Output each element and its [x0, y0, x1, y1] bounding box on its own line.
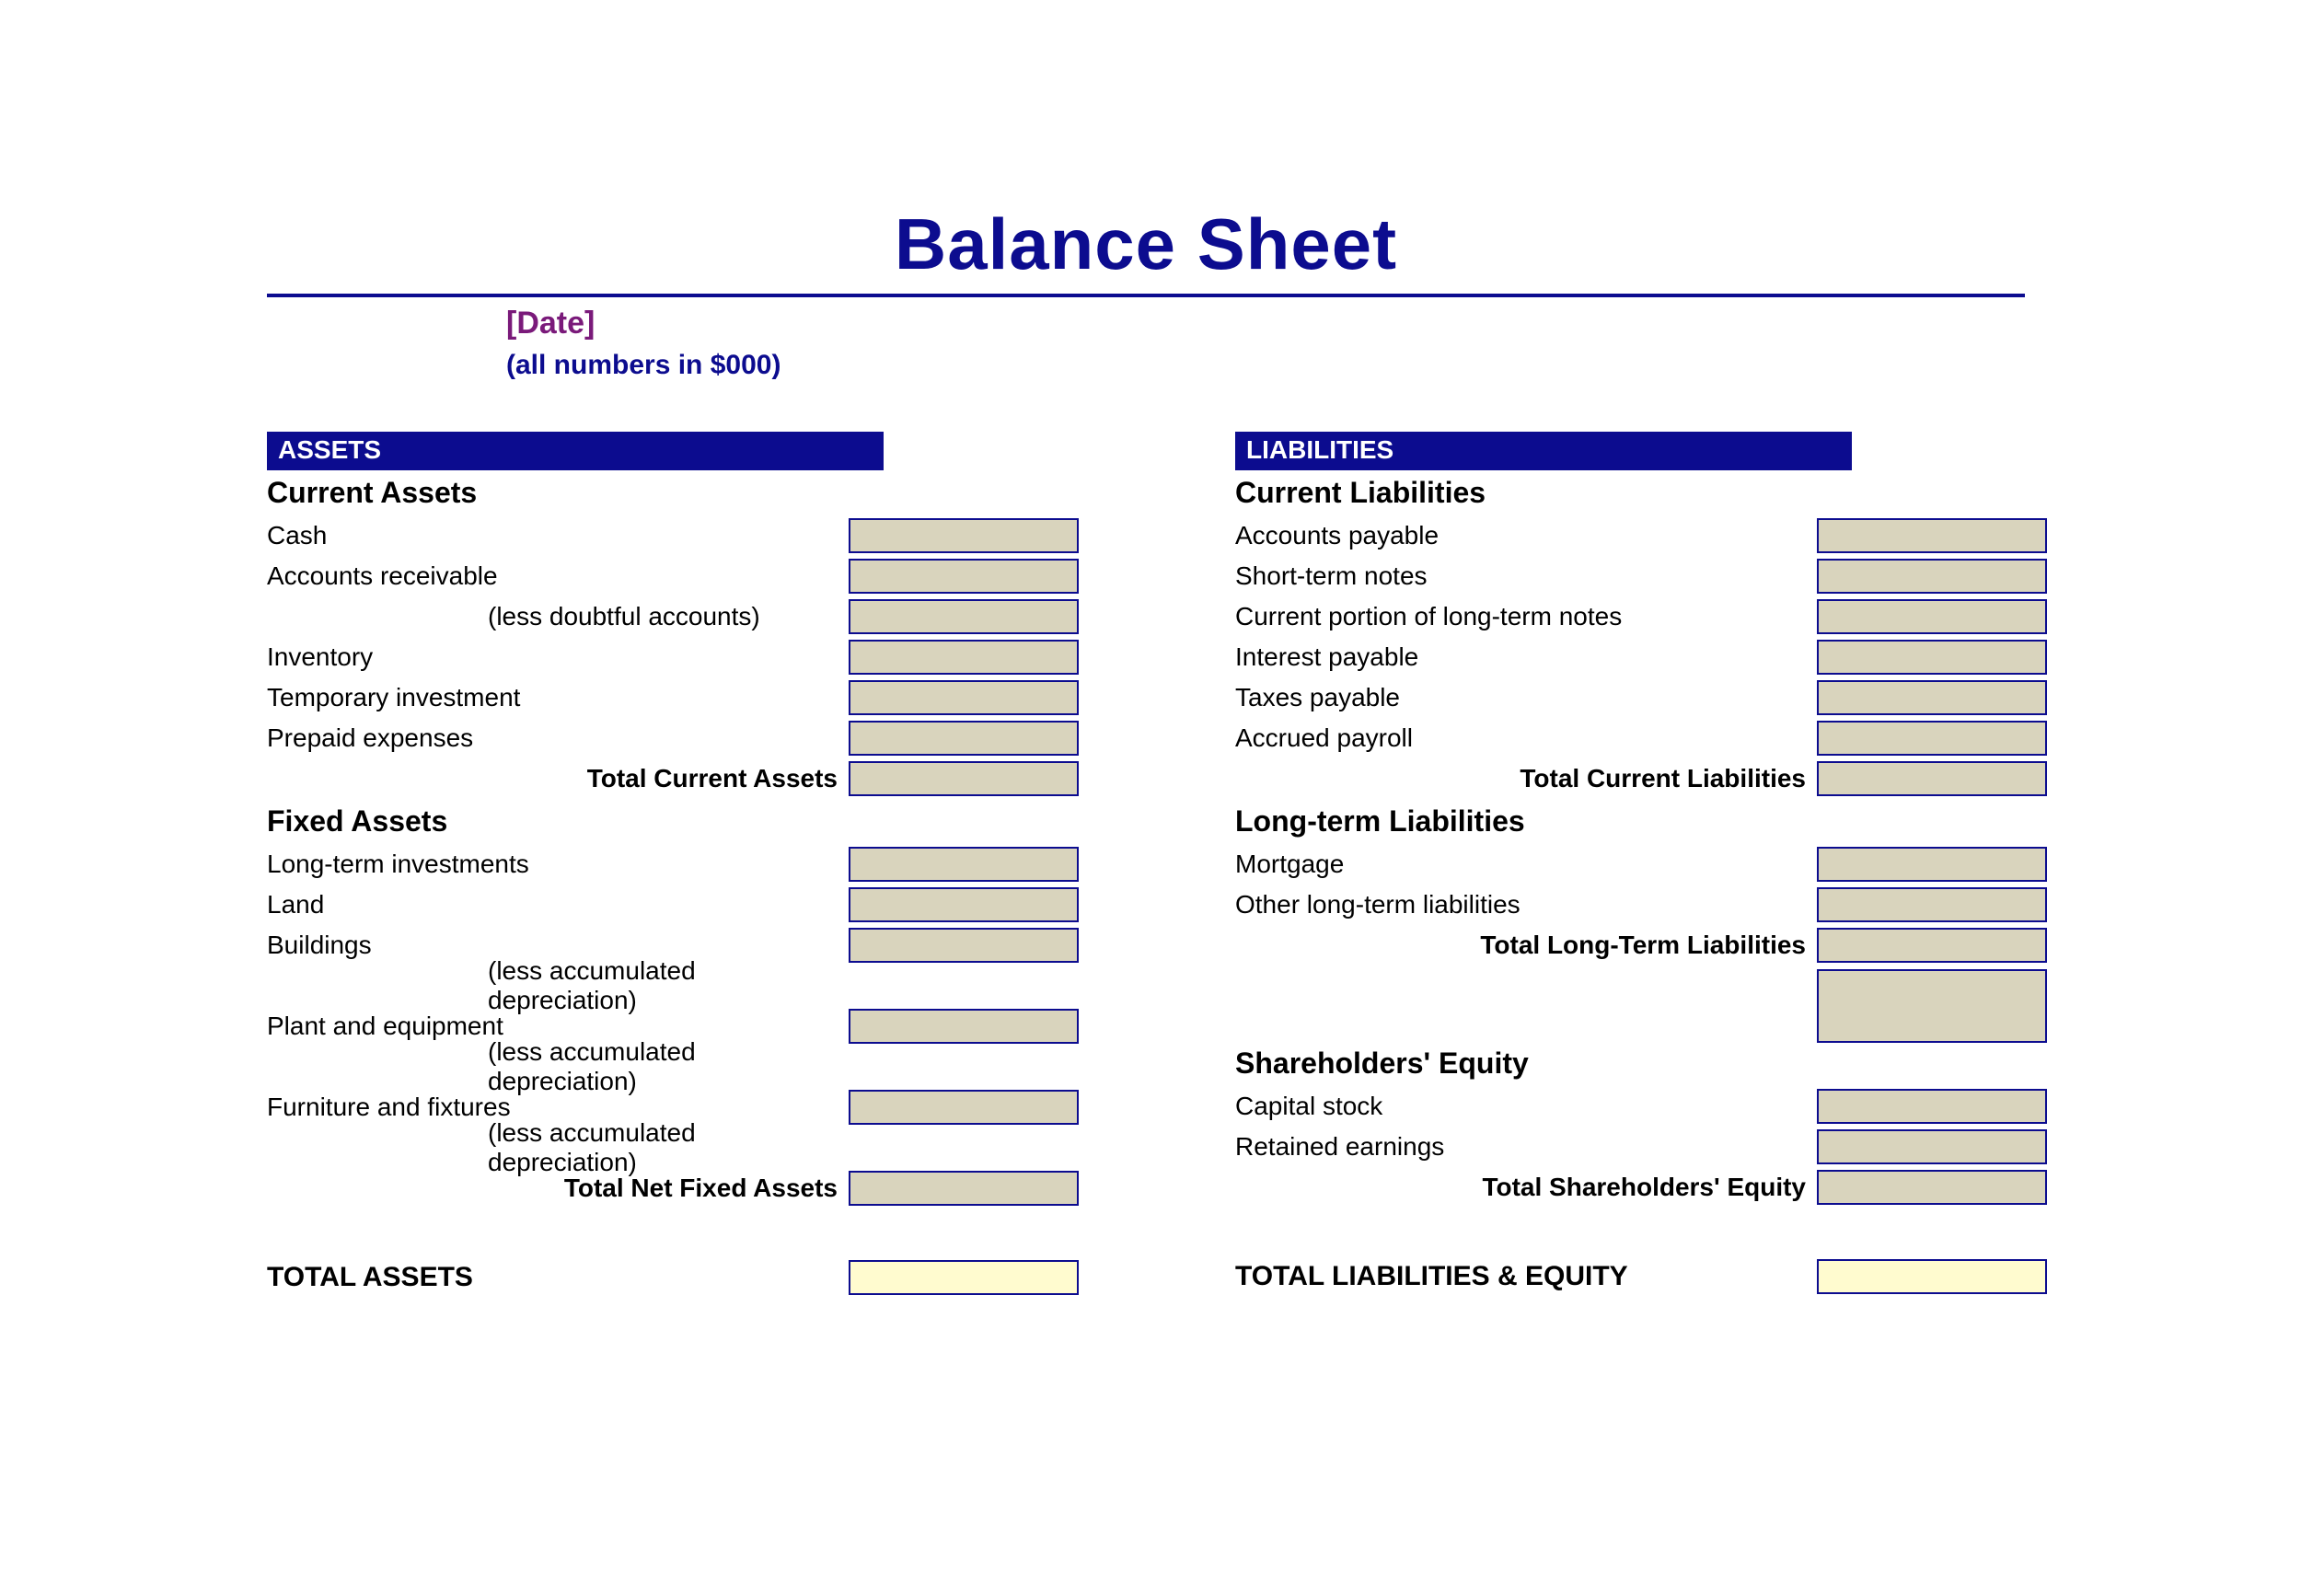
line-stnotes: Short-term notes: [1235, 556, 2047, 596]
current-liabilities-header: Current Liabilities: [1235, 476, 2047, 510]
cell-furniture[interactable]: [849, 1090, 1079, 1125]
label-total-current-assets: Total Current Assets: [267, 764, 849, 793]
assets-column: ASSETS Current Assets Cash Accounts rece…: [267, 432, 1079, 1295]
assets-bar: ASSETS: [267, 432, 884, 470]
label-total-fixed: Total Net Fixed Assets: [267, 1174, 849, 1203]
cell-total-lt[interactable]: [1817, 928, 2047, 963]
units-note: (all numbers in $000): [506, 347, 2025, 385]
cell-stnotes[interactable]: [1817, 559, 2047, 594]
label-otherlt: Other long-term liabilities: [1235, 890, 1806, 919]
cell-doubtful[interactable]: [849, 599, 1079, 634]
line-total-current-liab: Total Current Liabilities: [1235, 758, 2047, 799]
liabilities-bar: LIABILITIES: [1235, 432, 1852, 470]
line-inventory: Inventory: [267, 637, 1079, 677]
line-otherlt: Other long-term liabilities: [1235, 885, 2047, 925]
line-cash: Cash: [267, 515, 1079, 556]
line-accpay: Accrued payroll: [1235, 718, 2047, 758]
label-cash: Cash: [267, 521, 838, 550]
label-accpay: Accrued payroll: [1235, 723, 1806, 753]
line-ar: Accounts receivable: [267, 556, 1079, 596]
line-tempinv: Temporary investment: [267, 677, 1079, 718]
line-total-liab-equity: TOTAL LIABILITIES & EQUITY: [1235, 1259, 2047, 1294]
label-taxpay: Taxes payable: [1235, 683, 1806, 712]
cell-cash[interactable]: [849, 518, 1079, 553]
line-dep3: (less accumulated depreciation): [267, 1128, 1079, 1168]
meta-block: [Date] (all numbers in $000): [506, 303, 2025, 384]
cell-ap[interactable]: [1817, 518, 2047, 553]
line-total-assets: TOTAL ASSETS: [267, 1260, 1079, 1295]
line-ltinv: Long-term investments: [267, 844, 1079, 885]
line-land: Land: [267, 885, 1079, 925]
line-dep2: (less accumulated depreciation): [267, 1047, 1079, 1087]
cell-curlt[interactable]: [1817, 599, 2047, 634]
line-dep1: (less accumulated depreciation): [267, 966, 1079, 1006]
cell-mortgage[interactable]: [1817, 847, 2047, 882]
line-taxpay: Taxes payable: [1235, 677, 2047, 718]
line-intpay: Interest payable: [1235, 637, 2047, 677]
label-total-lt: Total Long-Term Liabilities: [1235, 931, 1817, 960]
line-mortgage: Mortgage: [1235, 844, 2047, 885]
label-capstock: Capital stock: [1235, 1092, 1806, 1121]
label-total-equity: Total Shareholders' Equity: [1235, 1173, 1817, 1202]
cell-inventory[interactable]: [849, 640, 1079, 675]
label-mortgage: Mortgage: [1235, 850, 1806, 879]
label-land: Land: [267, 890, 838, 919]
document-title: Balance Sheet: [267, 202, 2025, 286]
cell-total-assets[interactable]: [849, 1260, 1079, 1295]
label-total-assets: TOTAL ASSETS: [267, 1262, 838, 1293]
label-retained: Retained earnings: [1235, 1132, 1806, 1162]
current-assets-header: Current Assets: [267, 476, 1079, 510]
longterm-liabilities-header: Long-term Liabilities: [1235, 804, 2047, 838]
date-placeholder: [Date]: [506, 303, 2025, 345]
cell-retained[interactable]: [1817, 1129, 2047, 1164]
label-intpay: Interest payable: [1235, 642, 1806, 672]
label-tempinv: Temporary investment: [267, 683, 838, 712]
line-retained: Retained earnings: [1235, 1127, 2047, 1167]
cell-total-equity[interactable]: [1817, 1170, 2047, 1205]
line-curlt: Current portion of long-term notes: [1235, 596, 2047, 637]
cell-otherlt[interactable]: [1817, 887, 2047, 922]
line-total-fixed: Total Net Fixed Assets: [267, 1168, 1079, 1209]
label-prepaid: Prepaid expenses: [267, 723, 838, 753]
cell-land[interactable]: [849, 887, 1079, 922]
cell-ar[interactable]: [849, 559, 1079, 594]
equity-header: Shareholders' Equity: [1235, 1047, 2047, 1081]
label-ar: Accounts receivable: [267, 561, 838, 591]
cell-total-current-assets[interactable]: [849, 761, 1079, 796]
label-total-liab-equity: TOTAL LIABILITIES & EQUITY: [1235, 1261, 1806, 1292]
cell-plant[interactable]: [849, 1009, 1079, 1044]
label-ltinv: Long-term investments: [267, 850, 838, 879]
cell-total-liab-equity[interactable]: [1817, 1259, 2047, 1294]
label-inventory: Inventory: [267, 642, 838, 672]
cell-total-current-liab[interactable]: [1817, 761, 2047, 796]
line-ap: Accounts payable: [1235, 515, 2047, 556]
title-rule: [267, 294, 2025, 297]
line-total-equity: Total Shareholders' Equity: [1235, 1167, 2047, 1208]
label-ap: Accounts payable: [1235, 521, 1806, 550]
line-capstock: Capital stock: [1235, 1086, 2047, 1127]
cell-taxpay[interactable]: [1817, 680, 2047, 715]
cell-prepaid[interactable]: [849, 721, 1079, 756]
balance-sheet-document: Balance Sheet [Date] (all numbers in $00…: [0, 0, 2301, 1596]
line-doubtful: (less doubtful accounts): [267, 596, 1079, 637]
liabilities-column: LIABILITIES Current Liabilities Accounts…: [1235, 432, 2047, 1295]
cell-accpay[interactable]: [1817, 721, 2047, 756]
cell-capstock[interactable]: [1817, 1089, 2047, 1124]
cell-total-fixed[interactable]: [849, 1171, 1079, 1206]
cell-intpay[interactable]: [1817, 640, 2047, 675]
label-doubtful: (less doubtful accounts): [267, 602, 838, 631]
line-total-lt: Total Long-Term Liabilities: [1235, 925, 2047, 966]
fixed-assets-header: Fixed Assets: [267, 804, 1079, 838]
cell-buildings[interactable]: [849, 928, 1079, 963]
columns-wrap: ASSETS Current Assets Cash Accounts rece…: [267, 432, 2025, 1295]
label-curlt: Current portion of long-term notes: [1235, 602, 1806, 631]
cell-tempinv[interactable]: [849, 680, 1079, 715]
cell-blank-tall[interactable]: [1817, 969, 2047, 1043]
label-total-current-liab: Total Current Liabilities: [1235, 764, 1817, 793]
line-prepaid: Prepaid expenses: [267, 718, 1079, 758]
cell-ltinv[interactable]: [849, 847, 1079, 882]
line-total-current-assets: Total Current Assets: [267, 758, 1079, 799]
line-blank-tall: [1235, 966, 2047, 1047]
label-stnotes: Short-term notes: [1235, 561, 1806, 591]
